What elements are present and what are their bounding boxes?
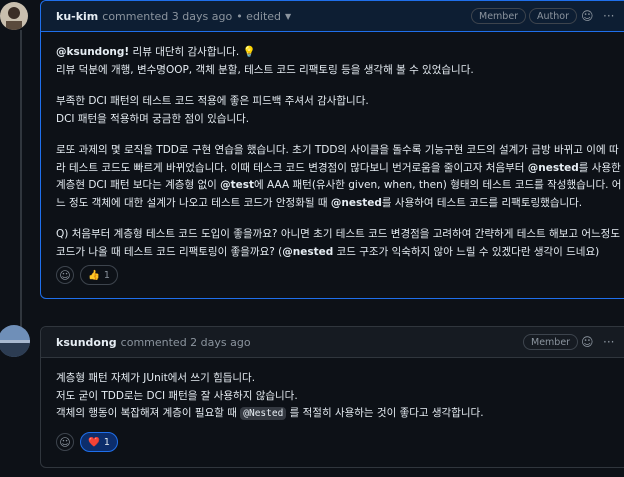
comment-header: ku-kim commented 3 days ago • edited ▼ M… — [41, 1, 624, 32]
user-mention[interactable]: @test — [220, 179, 254, 191]
heart-icon: ❤️ — [88, 436, 100, 448]
chevron-down-icon[interactable]: ▼ — [285, 12, 291, 21]
avatar-ksundong[interactable] — [0, 325, 30, 357]
reaction-count: 1 — [103, 269, 110, 281]
comment-ku-kim: ku-kim commented 3 days ago • edited ▼ M… — [40, 0, 624, 299]
paragraph-text: 를 사용하여 테스트 코드를 리팩토링했습니다. — [381, 196, 583, 209]
reaction-thumbs-up[interactable]: 👍 1 — [80, 265, 118, 285]
user-mention[interactable]: @nested — [331, 197, 382, 209]
reactions-bar: ☺ 👍 1 — [56, 265, 118, 285]
user-mention[interactable]: @nested — [282, 246, 333, 258]
inline-code: @Nested — [240, 407, 287, 420]
paragraph-4: Q) 처음부터 계층형 테스트 코드 도입이 좋을까요? 아니면 초기 테스트 … — [56, 226, 624, 261]
avatar-ku-kim[interactable] — [0, 2, 28, 30]
paragraph-text: 느 정도 객체에 대한 설계가 나오고 테스트 코드가 안정화될 때 — [56, 196, 331, 209]
paragraph-text: 리뷰 덕분에 개행, 변수명OOP, 객체 분할, 테스트 코드 리팩토링 등을… — [56, 63, 474, 76]
paragraph-3: 로또 과제의 몇 로직을 TDD로 구현 연습을 했습니다. 초기 TDD의 사… — [56, 142, 624, 212]
paragraph-text: 를 적절히 사용하는 것이 좋다고 생각합니다. — [286, 407, 484, 419]
user-mention[interactable]: @nested — [528, 162, 579, 174]
emoji-icon: ☺ — [59, 268, 71, 282]
edited-label[interactable]: • edited — [236, 10, 281, 23]
paragraph-1: @ksundong! 리뷰 대단히 감사합니다. 💡 리뷰 덕분에 개행, 변수… — [56, 44, 624, 79]
paragraph-text: 리뷰 대단히 감사합니다. 💡 — [129, 46, 256, 58]
more-icon[interactable]: ··· — [603, 335, 614, 349]
thumbs-up-icon: 👍 — [88, 269, 100, 281]
comment-body: 계층형 패턴 자체가 JUnit에서 쓰기 힘듭니다. 저도 굳이 TDD로는 … — [41, 358, 624, 423]
paragraph-text: 에 AAA 패턴(유사한 given, when, then) 형태의 테스트 … — [254, 179, 622, 191]
author-badge: Author — [529, 8, 577, 24]
reaction-heart[interactable]: ❤️ 1 — [80, 432, 118, 452]
member-badge: Member — [471, 8, 527, 24]
paragraph-text: 코드가 나올 때 테스트 코드 리팩토링이 좋을까요? ( — [56, 245, 283, 258]
paragraph-text: 라 테스트 코드도 빠르게 바뀌었습니다. 이때 테스크 코드 변경점이 많다보… — [56, 161, 528, 174]
member-badge: Member — [523, 334, 579, 350]
more-icon[interactable]: ··· — [603, 9, 614, 23]
paragraph-text: 객체의 행동이 복잡해져 계층이 필요할 때 — [56, 407, 241, 419]
paragraph-text: DCI 패턴을 적용하며 궁금한 점이 있습니다. — [56, 112, 250, 125]
comment-timestamp[interactable]: commented 3 days ago — [102, 10, 232, 23]
user-mention[interactable]: @ksundong! — [56, 46, 129, 58]
reaction-count: 1 — [103, 436, 110, 448]
paragraph-2: 부족한 DCI 패턴의 테스트 코드 적용에 좋은 피드백 주셔서 감사합니다.… — [56, 93, 624, 128]
paragraph-text: 를 사용한 — [578, 161, 621, 174]
emoji-icon: ☺ — [59, 435, 71, 449]
paragraph-text: 부족한 DCI 패턴의 테스트 코드 적용에 좋은 피드백 주셔서 감사합니다. — [56, 95, 369, 107]
comment-author[interactable]: ku-kim — [56, 10, 98, 23]
timeline-line — [20, 30, 22, 330]
add-reaction-button[interactable]: ☺ — [56, 266, 74, 284]
paragraph-text: 로또 과제의 몇 로직을 TDD로 구현 연습을 했습니다. 초기 TDD의 사… — [56, 144, 619, 156]
comment-ksundong: ksundong commented 2 days ago Member ☺ ·… — [40, 326, 624, 468]
paragraph-text: 코드 구조가 익숙하지 않아 느릴 수 있겠다란 생각이 드네요) — [333, 245, 600, 258]
emoji-icon[interactable]: ☺ — [581, 9, 594, 23]
paragraph-text: 계층현 DCI 패턴 보다는 계층형 없이 — [56, 179, 221, 191]
comment-timestamp[interactable]: commented 2 days ago — [121, 336, 251, 349]
comment-body: @ksundong! 리뷰 대단히 감사합니다. 💡 리뷰 덕분에 개행, 변수… — [41, 32, 624, 261]
comment-author[interactable]: ksundong — [56, 336, 117, 349]
paragraph-1: 계층형 패턴 자체가 JUnit에서 쓰기 힘듭니다. 저도 굳이 TDD로는 … — [56, 370, 624, 423]
comment-header: ksundong commented 2 days ago Member ☺ ·… — [41, 327, 624, 358]
reactions-bar: ☺ ❤️ 1 — [56, 432, 118, 452]
paragraph-text: 계층형 패턴 자체가 JUnit에서 쓰기 힘듭니다. — [56, 372, 256, 384]
paragraph-text: Q) 처음부터 계층형 테스트 코드 도입이 좋을까요? 아니면 초기 테스트 … — [56, 228, 620, 240]
paragraph-text: 저도 굳이 TDD로는 DCI 패턴을 잘 사용하지 않습니다. — [56, 389, 298, 402]
add-reaction-button[interactable]: ☺ — [56, 433, 74, 451]
emoji-icon[interactable]: ☺ — [581, 335, 594, 349]
